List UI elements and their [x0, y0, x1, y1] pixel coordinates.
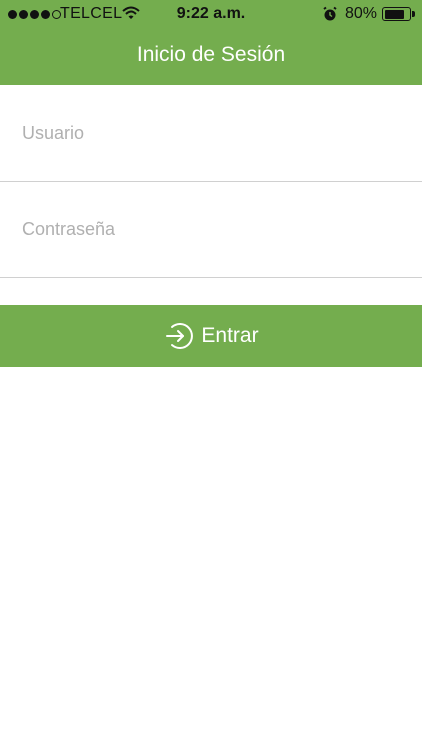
header: TELCEL 9:22 a.m. 80% Inicio de Sesión	[0, 0, 422, 85]
battery-fill	[384, 9, 404, 19]
password-field	[0, 182, 422, 278]
login-screen: TELCEL 9:22 a.m. 80% Inicio de Sesión Us…	[0, 0, 422, 750]
battery-percent: 80%	[345, 5, 378, 22]
login-button-label: Entrar	[201, 324, 259, 347]
enter-icon	[163, 321, 194, 351]
battery-cap	[412, 11, 415, 17]
username-input[interactable]	[22, 118, 402, 149]
page-title: Inicio de Sesión	[136, 43, 286, 66]
battery-icon	[382, 7, 411, 21]
status-bar: TELCEL 9:22 a.m. 80%	[0, 0, 422, 28]
username-field	[0, 86, 422, 182]
password-input[interactable]	[22, 214, 402, 245]
alarm-icon	[322, 6, 338, 27]
login-button[interactable]: Entrar	[0, 305, 422, 367]
